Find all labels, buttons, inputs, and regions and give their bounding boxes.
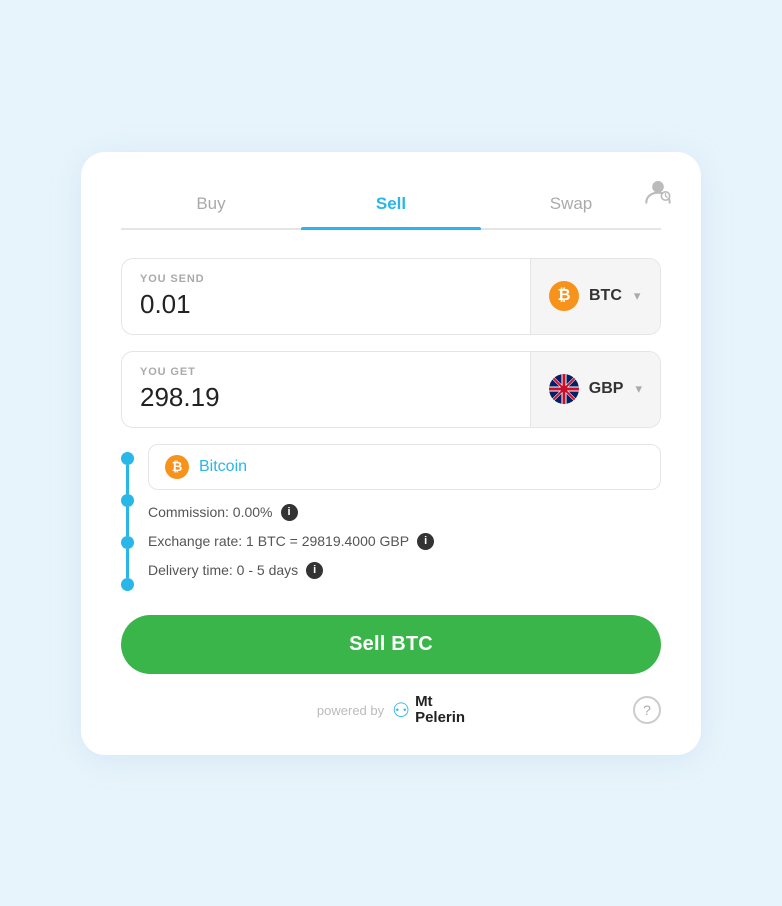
timeline-dot-3 (121, 536, 134, 549)
bitcoin-dropdown-row: ₿ Bitcoin (148, 444, 661, 490)
delivery-info-icon[interactable]: i (306, 562, 323, 579)
pelerin-icon: ⚇ (392, 698, 410, 723)
bitcoin-icon: ₿ (165, 455, 189, 479)
btc-currency-selector[interactable]: ₿ BTC ▾ (530, 259, 660, 334)
timeline-dot-4 (121, 578, 134, 591)
btc-chevron-icon: ▾ (634, 288, 641, 304)
bitcoin-label: Bitcoin (199, 458, 247, 476)
you-send-section: YOU SEND 0.01 ₿ BTC ▾ (121, 258, 661, 335)
timeline-line-2 (126, 507, 129, 536)
timeline (121, 444, 134, 591)
commission-info-icon[interactable]: i (281, 504, 298, 521)
powered-by-text: powered by (317, 703, 384, 718)
you-get-section: YOU GET 298.19 GBP ▾ (121, 351, 661, 428)
gbp-chevron-icon: ▾ (635, 381, 642, 397)
sell-button[interactable]: Sell BTC (121, 615, 661, 674)
delivery-time-row: Delivery time: 0 - 5 days i (148, 562, 661, 579)
gbp-currency-selector[interactable]: GBP ▾ (530, 352, 660, 427)
you-get-value: 298.19 (140, 382, 512, 413)
exchange-card: Buy Sell Swap YOU SEND 0.01 ₿ BTC ▾ YOU … (81, 152, 701, 755)
delivery-time-text: Delivery time: 0 - 5 days (148, 562, 298, 578)
timeline-dot-2 (121, 494, 134, 507)
timeline-line-1 (126, 465, 129, 494)
gbp-label: GBP (589, 380, 624, 398)
tab-swap[interactable]: Swap (481, 184, 661, 228)
btc-icon: ₿ (549, 281, 579, 311)
timeline-dot-1 (121, 452, 134, 465)
help-icon[interactable]: ? (633, 696, 661, 724)
tab-buy[interactable]: Buy (121, 184, 301, 228)
bitcoin-dropdown[interactable]: ₿ Bitcoin (148, 444, 661, 490)
timeline-line-3 (126, 549, 129, 578)
you-get-left: YOU GET 298.19 (122, 352, 530, 427)
commission-row: Commission: 0.00% i (148, 504, 661, 521)
btc-label: BTC (589, 287, 622, 305)
commission-text: Commission: 0.00% (148, 504, 273, 520)
you-send-label: YOU SEND (140, 273, 512, 285)
pelerin-mt: Mt (415, 694, 465, 711)
exchange-rate-text: Exchange rate: 1 BTC = 29819.4000 GBP (148, 533, 409, 549)
pelerin-brand: Pelerin (415, 710, 465, 727)
tab-sell[interactable]: Sell (301, 184, 481, 228)
exchange-rate-row: Exchange rate: 1 BTC = 29819.4000 GBP i (148, 533, 661, 550)
gbp-flag-icon (549, 374, 579, 404)
exchange-info-icon[interactable]: i (417, 533, 434, 550)
pelerin-name-block: Mt Pelerin (415, 694, 465, 727)
footer: powered by ⚇ Mt Pelerin ? (121, 694, 661, 727)
you-send-left: YOU SEND 0.01 (122, 259, 530, 334)
pelerin-logo[interactable]: ⚇ Mt Pelerin (392, 694, 465, 727)
info-section: ₿ Bitcoin Commission: 0.00% i Exchange r… (121, 444, 661, 591)
info-content: ₿ Bitcoin Commission: 0.00% i Exchange r… (148, 444, 661, 591)
tabs-container: Buy Sell Swap (121, 184, 661, 230)
you-get-label: YOU GET (140, 366, 512, 378)
you-send-value[interactable]: 0.01 (140, 289, 512, 320)
